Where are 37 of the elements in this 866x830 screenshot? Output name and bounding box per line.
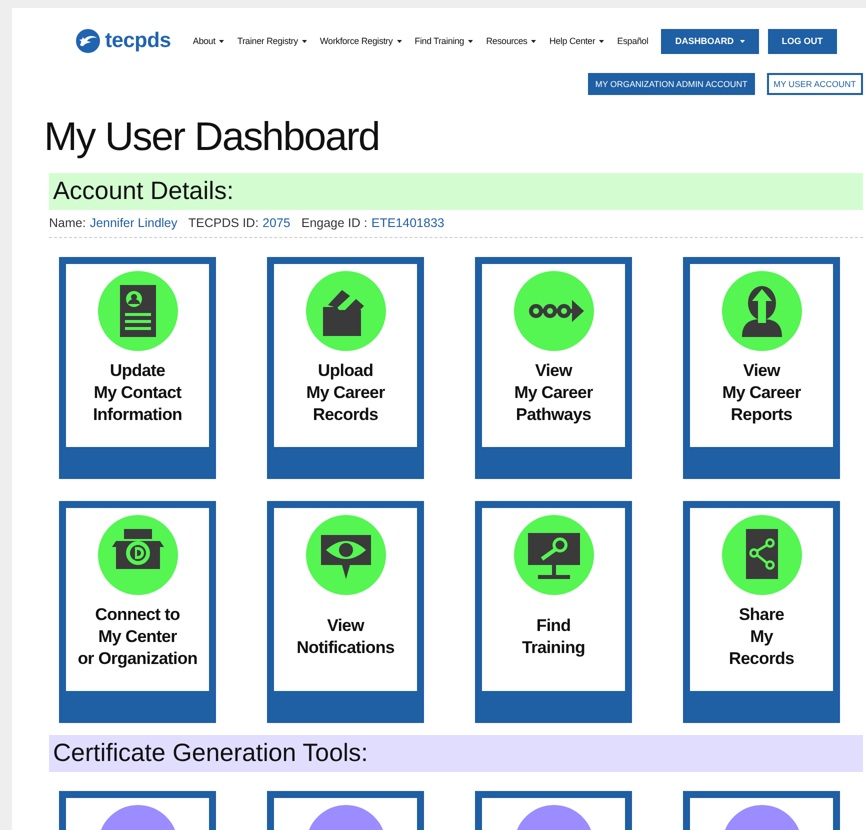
nav-link[interactable]: Trainer Registry — [237, 36, 307, 46]
field-value[interactable]: Jennifer Lindley — [90, 216, 178, 230]
eye-icon — [306, 515, 386, 595]
folder-icon — [306, 271, 386, 351]
dashboard-tile[interactable]: View Notifications — [267, 501, 424, 723]
section-header: Account Details: — [49, 173, 863, 210]
field-label: TECPDS ID: — [188, 216, 259, 230]
dashboard-tile[interactable]: Share My Records — [683, 501, 840, 723]
section-header: Certificate Generation Tools: — [49, 735, 863, 772]
account-button[interactable]: MY ORGANIZATION ADMIN ACCOUNT — [588, 73, 754, 95]
logout-button[interactable]: LOG OUT — [768, 28, 837, 54]
field-label: Name: — [49, 216, 86, 230]
page-title: My User Dashboard — [44, 114, 380, 161]
monitor-search-icon — [514, 515, 594, 595]
dashboard-tile[interactable]: Connect to My Center or Organization — [59, 501, 216, 723]
dashboard-tile[interactable]: Find Training — [475, 501, 632, 723]
dashboard-tile[interactable]: Upload My Career Records — [267, 257, 424, 479]
nav-link[interactable]: Español — [617, 36, 648, 46]
contact-card-icon — [98, 271, 178, 351]
nav-link[interactable]: Workforce Registry — [320, 36, 402, 46]
account-button[interactable]: MY USER ACCOUNT — [766, 73, 863, 95]
logo-text[interactable]: tecpds — [105, 29, 171, 53]
dashboard-tile[interactable]: View My Career Pathways — [475, 257, 632, 479]
nav-link[interactable]: Find Training — [414, 36, 474, 46]
pathway-icon — [514, 271, 594, 351]
dashboard-dropdown-button[interactable]: DASHBOARD — [661, 28, 759, 54]
nav-link[interactable]: Resources — [486, 36, 536, 46]
field-value[interactable]: 2075 — [262, 216, 290, 230]
nav-link[interactable]: About — [192, 36, 224, 46]
field-value[interactable]: ETE1401833 — [371, 216, 444, 230]
dashboard-tile[interactable]: View My Career Reports — [683, 257, 840, 479]
nav-link[interactable]: Help Center — [549, 36, 604, 46]
dashboard-tile[interactable]: Update My Contact Information — [59, 257, 216, 479]
box-icon — [98, 515, 178, 595]
field-label: Engage ID : — [301, 216, 368, 230]
share-icon — [722, 515, 802, 595]
logo-icon — [75, 28, 101, 54]
